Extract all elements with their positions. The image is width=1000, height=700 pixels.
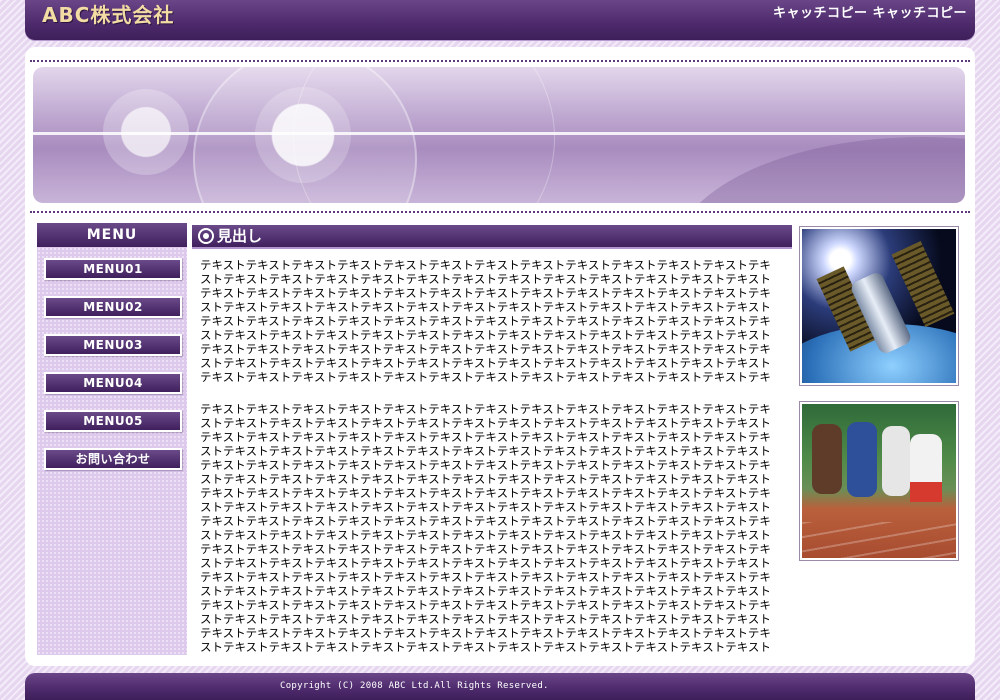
menu-item-label: MENU04 [46, 374, 180, 392]
menu-item-label: MENU03 [46, 336, 180, 354]
menu-item-menu01[interactable]: MENU01 [44, 258, 182, 280]
menu-item-menu05[interactable]: MENU05 [44, 410, 182, 432]
menu-item-menu02[interactable]: MENU02 [44, 296, 182, 318]
copyright-text: Copyright (C) 2008 ABC Ltd.All Rights Re… [280, 681, 549, 691]
dotted-divider-bottom [30, 211, 970, 213]
menu-item-contact[interactable]: お問い合わせ [44, 448, 182, 470]
menu-item-label: MENU02 [46, 298, 180, 316]
site-header: ABC株式会社 キャッチコピー キャッチコピー [25, 0, 975, 40]
heading-text: 見出し [217, 227, 263, 245]
runners-photo [799, 401, 959, 561]
paragraph-1: テキストテキストテキストテキストテキストテキストテキストテキストテキストテキスト… [200, 258, 771, 384]
dotted-divider-top [30, 60, 970, 62]
paragraph-2: テキストテキストテキストテキストテキストテキストテキストテキストテキストテキスト… [200, 402, 771, 654]
content-heading: 見出し [192, 225, 792, 249]
sidebar: MENU MENU01 MENU02 MENU03 MENU04 MENU05 … [37, 223, 187, 655]
double-circle-icon [198, 228, 214, 244]
hero-banner [33, 67, 965, 203]
site-logo[interactable]: ABC株式会社 [42, 3, 174, 27]
satellite-photo [799, 226, 959, 386]
banner-light-streak [33, 132, 965, 135]
menu-item-menu03[interactable]: MENU03 [44, 334, 182, 356]
menu-item-label: MENU05 [46, 412, 180, 430]
menu-item-label: MENU01 [46, 260, 180, 278]
menu-item-label: お問い合わせ [46, 450, 180, 468]
catchphrase: キャッチコピー キャッチコピー [772, 6, 967, 21]
main-panel: MENU MENU01 MENU02 MENU03 MENU04 MENU05 … [25, 47, 975, 666]
menu-item-menu04[interactable]: MENU04 [44, 372, 182, 394]
site-footer: Copyright (C) 2008 ABC Ltd.All Rights Re… [25, 673, 975, 700]
menu-title: MENU [37, 223, 187, 247]
